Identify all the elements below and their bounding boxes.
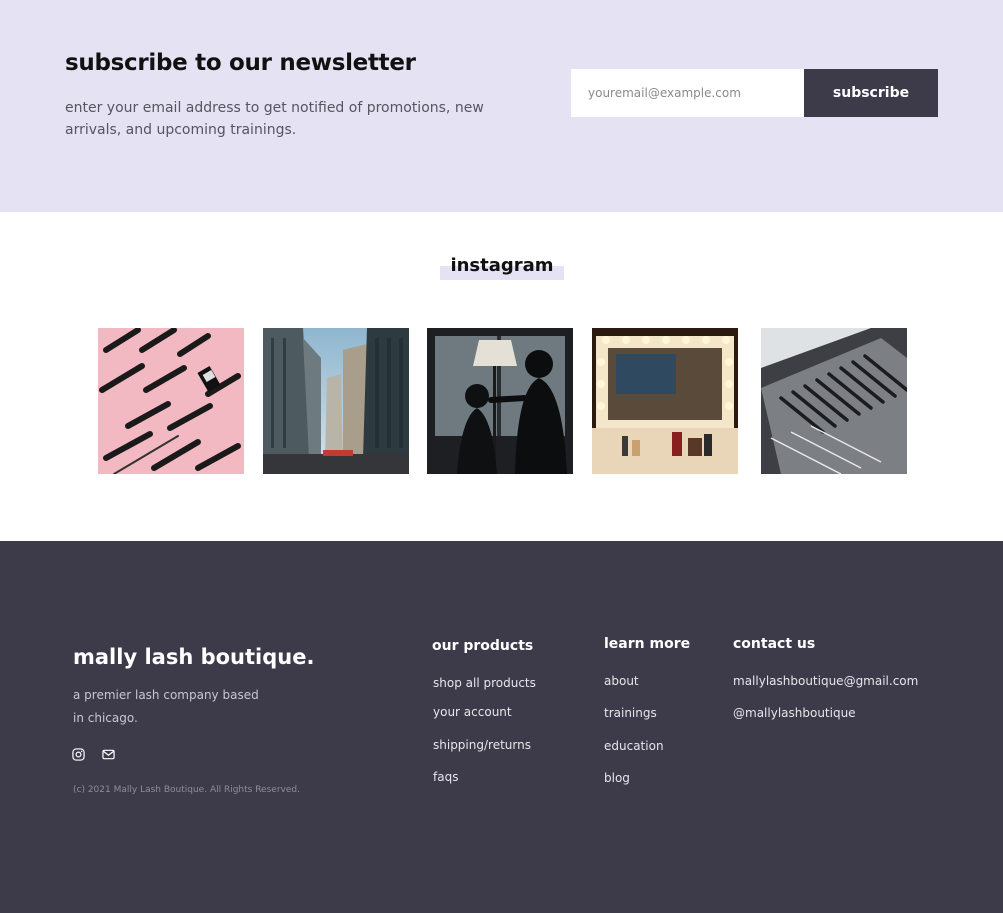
instagram-photo-3[interactable] bbox=[427, 328, 573, 474]
newsletter-section: subscribe to our newsletter enter your e… bbox=[0, 0, 1003, 212]
products-column-title: our products bbox=[432, 638, 534, 654]
brand-tagline: a premier lash company based in chicago. bbox=[73, 684, 273, 730]
instagram-photo-1[interactable] bbox=[98, 328, 244, 474]
footer-link-shipping-returns[interactable]: shipping/returns bbox=[433, 738, 531, 752]
contact-email-link[interactable]: mallylashboutique@gmail.com bbox=[733, 674, 918, 688]
footer-link-faqs[interactable]: faqs bbox=[433, 770, 458, 784]
footer-link-about[interactable]: about bbox=[604, 674, 639, 688]
footer-link-education[interactable]: education bbox=[604, 739, 664, 753]
footer-link-your-account[interactable]: your account bbox=[433, 705, 512, 719]
contact-column-title: contact us bbox=[733, 636, 816, 652]
instagram-photo-5[interactable] bbox=[761, 328, 907, 474]
email-icon[interactable] bbox=[102, 746, 116, 760]
lash-brushes-photo bbox=[761, 328, 907, 474]
brand-name[interactable]: mally lash boutique. bbox=[73, 645, 314, 669]
newsletter-title: subscribe to our newsletter bbox=[65, 50, 416, 76]
newsletter-description: enter your email address to get notified… bbox=[65, 100, 484, 138]
site-footer: mally lash boutique. a premier lash comp… bbox=[0, 541, 1003, 913]
email-input[interactable] bbox=[571, 69, 804, 117]
makeup-artist-silhouette-photo bbox=[427, 328, 573, 474]
copyright-text: (c) 2021 Mally Lash Boutique. All Rights… bbox=[73, 785, 300, 795]
instagram-title: instagram bbox=[450, 255, 554, 276]
footer-link-shop-all-products[interactable]: shop all products bbox=[433, 676, 536, 690]
instagram-photo-4[interactable] bbox=[592, 328, 738, 474]
city-street-photo bbox=[263, 328, 409, 474]
instagram-photo-2[interactable] bbox=[263, 328, 409, 474]
contact-instagram-handle-link[interactable]: @mallylashboutique bbox=[733, 706, 856, 720]
footer-link-trainings[interactable]: trainings bbox=[604, 706, 657, 720]
subscribe-button[interactable]: subscribe bbox=[804, 69, 938, 117]
pink-lash-tools-photo bbox=[98, 328, 244, 474]
vanity-mirror-photo bbox=[592, 328, 738, 474]
tagline-line-2: in chicago. bbox=[73, 711, 138, 725]
learn-column-title: learn more bbox=[604, 636, 691, 652]
instagram-icon[interactable] bbox=[72, 746, 86, 761]
tagline-line-1: a premier lash company based bbox=[73, 688, 259, 702]
footer-link-blog[interactable]: blog bbox=[604, 771, 630, 785]
